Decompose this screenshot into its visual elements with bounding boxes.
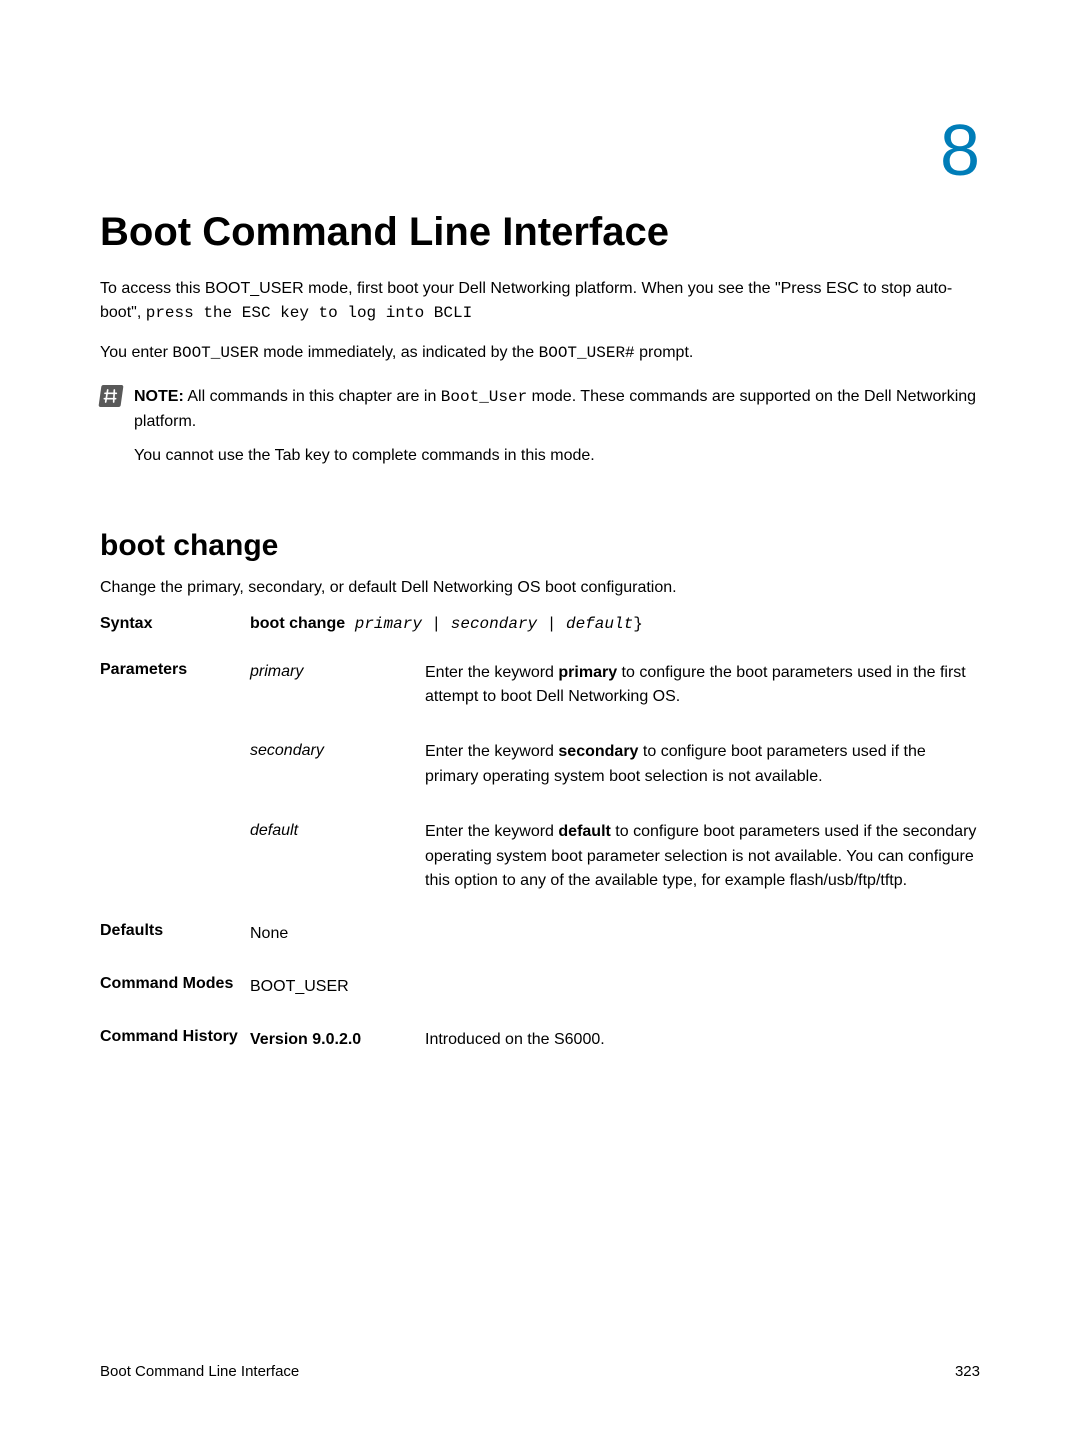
intro-paragraph-2: You enter BOOT_USER mode immediately, as… bbox=[100, 341, 980, 365]
syntax-label: Syntax bbox=[100, 615, 250, 633]
syntax-italic3: default bbox=[566, 615, 633, 633]
defaults-value: None bbox=[250, 922, 980, 947]
intro-paragraph-1: To access this BOOT_USER mode, first boo… bbox=[100, 277, 980, 325]
param-key: secondary bbox=[250, 740, 425, 790]
param-desc-bold: default bbox=[558, 823, 610, 840]
command-history-label: Command History bbox=[100, 1028, 250, 1046]
footer-left: Boot Command Line Interface bbox=[100, 1363, 299, 1380]
syntax-value: boot change primary | secondary | defaul… bbox=[250, 615, 980, 633]
param-desc-bold: primary bbox=[558, 664, 617, 681]
command-history-value: Introduced on the S6000. bbox=[425, 1028, 980, 1053]
note-text-mono: Boot_User bbox=[441, 388, 527, 406]
note-label: NOTE: bbox=[134, 388, 184, 405]
syntax-pipe2: | bbox=[537, 615, 566, 633]
param-desc: Enter the keyword default to configure b… bbox=[425, 820, 980, 894]
chapter-number: 8 bbox=[940, 110, 980, 192]
footer-page-number: 323 bbox=[955, 1363, 980, 1380]
note-body: NOTE: All commands in this chapter are i… bbox=[134, 385, 980, 435]
intro-mono: press the ESC key to log into BCLI bbox=[146, 304, 472, 322]
note-text-a: All commands in this chapter are in bbox=[184, 388, 441, 405]
command-modes-label: Command Modes bbox=[100, 975, 250, 993]
param-desc: Enter the keyword secondary to configure… bbox=[425, 740, 980, 790]
syntax-brace: } bbox=[633, 615, 643, 633]
defaults-label: Defaults bbox=[100, 922, 250, 940]
intro2-text: You enter bbox=[100, 344, 172, 361]
parameters-grid: primary Enter the keyword primary to con… bbox=[250, 661, 980, 895]
section-description: Change the primary, secondary, or defaul… bbox=[100, 579, 980, 597]
param-desc: Enter the keyword primary to configure t… bbox=[425, 661, 980, 711]
param-key: default bbox=[250, 820, 425, 894]
command-history-grid: Version 9.0.2.0 Introduced on the S6000. bbox=[250, 1028, 980, 1053]
intro2-text2: mode immediately, as indicated by the bbox=[259, 344, 539, 361]
page-title: Boot Command Line Interface bbox=[100, 210, 980, 255]
syntax-pipe1: | bbox=[422, 615, 451, 633]
note-block: NOTE: All commands in this chapter are i… bbox=[100, 385, 980, 435]
intro2-mono1: BOOT_USER bbox=[172, 344, 258, 362]
param-desc-pre: Enter the keyword bbox=[425, 664, 558, 681]
command-history-version: Version 9.0.2.0 bbox=[250, 1028, 425, 1053]
section-heading: boot change bbox=[100, 529, 980, 563]
footer: Boot Command Line Interface 323 bbox=[100, 1363, 980, 1380]
intro2-mono2: BOOT_USER# bbox=[539, 344, 635, 362]
param-desc-pre: Enter the keyword bbox=[425, 823, 558, 840]
param-desc-pre: Enter the keyword bbox=[425, 743, 558, 760]
syntax-bold: boot change bbox=[250, 615, 345, 632]
intro2-text3: prompt. bbox=[635, 344, 694, 361]
note-follow: You cannot use the Tab key to complete c… bbox=[134, 447, 980, 465]
definition-table: Syntax boot change primary | secondary |… bbox=[100, 615, 980, 1053]
param-key: primary bbox=[250, 661, 425, 711]
parameters-label: Parameters bbox=[100, 661, 250, 679]
syntax-italic2: secondary bbox=[451, 615, 537, 633]
param-desc-bold: secondary bbox=[558, 743, 638, 760]
command-modes-value: BOOT_USER bbox=[250, 975, 980, 1000]
syntax-italic1: primary bbox=[345, 615, 422, 633]
note-icon bbox=[98, 385, 123, 407]
